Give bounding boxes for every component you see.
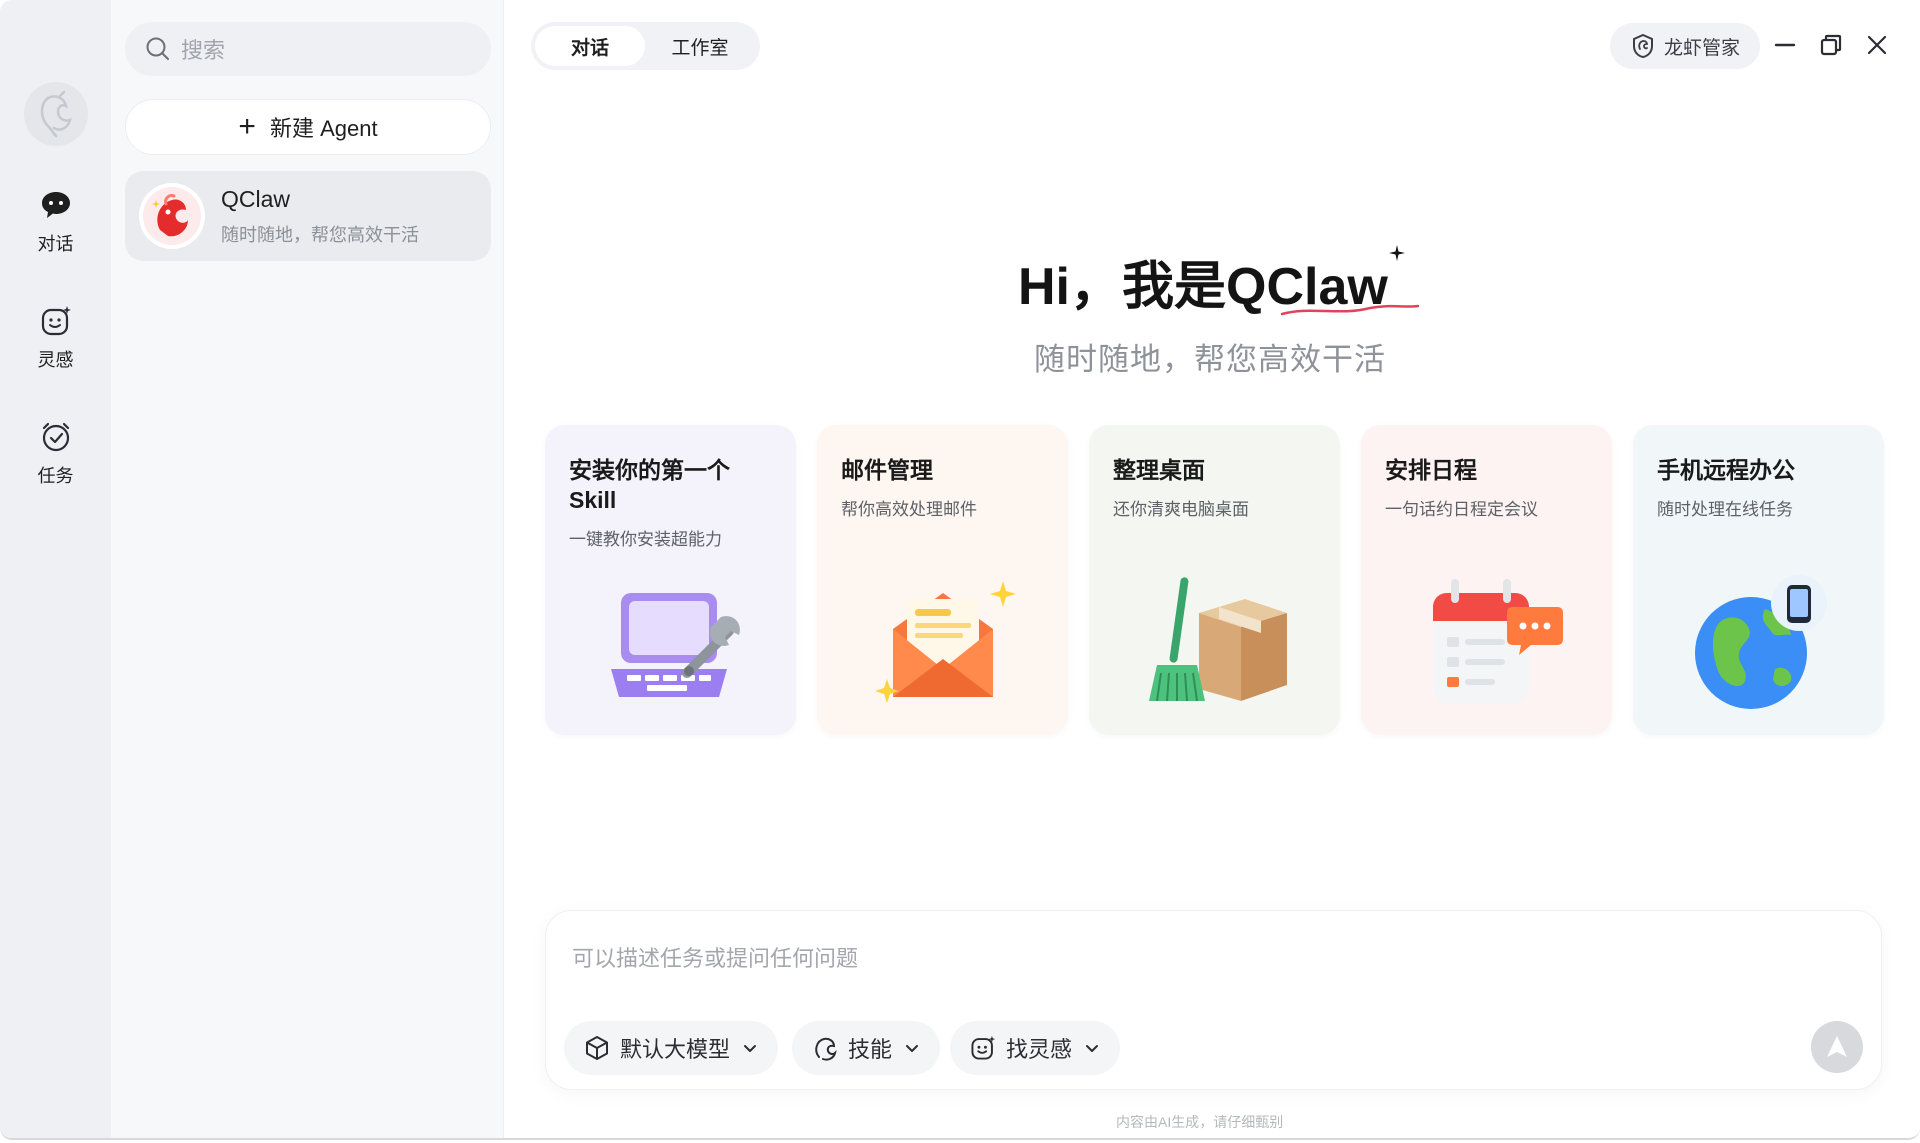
hero-subtitle: 随时随地，帮您高效干活	[1034, 342, 1386, 377]
manager-button[interactable]: 龙虾管家	[1610, 23, 1760, 69]
close-button[interactable]	[1860, 28, 1894, 62]
laptop-wrench-icon	[610, 593, 740, 697]
cube-icon	[584, 1035, 610, 1061]
mode-tabs: 对话 工作室	[531, 22, 760, 70]
card-title: 整理桌面	[1113, 457, 1205, 483]
agent-sidebar: 搜索 + 新建 Agent QClaw 随时随地，帮您高效干活	[111, 0, 504, 1138]
minimize-icon	[1774, 43, 1796, 47]
minimize-button[interactable]	[1768, 28, 1802, 62]
globe-phone-icon	[1694, 575, 1827, 709]
box-broom-icon	[1148, 577, 1287, 702]
underline-scribble-icon	[1280, 304, 1420, 316]
avatar	[139, 183, 205, 249]
tab-chat[interactable]: 对话	[535, 26, 645, 66]
rail-item-tasks[interactable]: 任务	[16, 420, 96, 488]
new-agent-label: 新建 Agent	[269, 116, 378, 141]
app-logo	[23, 82, 88, 146]
model-select[interactable]: 默认大模型	[564, 1021, 779, 1075]
message-composer: 可以描述任务或提问任何问题 默认大模型 技能 找灵感	[545, 910, 1882, 1090]
rail-item-chat[interactable]: 对话	[16, 188, 96, 256]
card-desktop-cleanup[interactable]: 整理桌面 还你清爽电脑桌面	[1089, 425, 1340, 735]
send-button[interactable]	[1811, 1021, 1863, 1073]
rail-item-label: 对话	[37, 234, 74, 254]
claw-logo-icon	[40, 90, 72, 138]
alarm-check-icon	[39, 420, 73, 454]
ai-disclaimer: 内容由AI生成，请仔细甄别	[1116, 1114, 1284, 1130]
app-window: 对话 灵感 任务 搜索 + 新建 Agent QClaw 随时随地，帮您高效干活…	[0, 0, 1920, 1140]
claw-shield-icon	[1630, 33, 1656, 59]
card-subtitle: 还你清爽电脑桌面	[1113, 500, 1249, 519]
chat-bubble-icon	[39, 188, 73, 222]
smile-sparkle-icon	[970, 1035, 996, 1061]
search-icon	[146, 37, 169, 60]
chevron-down-icon	[742, 1040, 758, 1056]
agent-name: QClaw	[221, 185, 291, 212]
sparkle-icon	[1389, 245, 1405, 261]
inspiration-select[interactable]: 找灵感	[950, 1021, 1121, 1075]
rail-item-label: 任务	[37, 466, 74, 486]
agent-list-item[interactable]: QClaw 随时随地，帮您高效干活	[125, 171, 491, 261]
hero-greeting: Hi，我是	[1018, 258, 1227, 316]
restore-icon	[1820, 34, 1842, 56]
card-subtitle: 一句话约日程定会议	[1385, 500, 1538, 519]
chevron-down-icon	[1084, 1040, 1100, 1056]
card-mobile-remote[interactable]: 手机远程办公 随时处理在线任务	[1633, 425, 1884, 735]
card-title: 安排日程	[1385, 457, 1477, 483]
calendar-icon	[1432, 579, 1563, 703]
model-select-label: 默认大模型	[620, 1037, 731, 1062]
composer-input[interactable]: 可以描述任务或提问任何问题	[572, 941, 858, 973]
restore-button[interactable]	[1814, 28, 1848, 62]
search-placeholder: 搜索	[181, 38, 226, 63]
card-install-skill[interactable]: 安装你的第一个Skill 一键教你安装超能力	[545, 425, 796, 735]
hero-title: Hi，我是QClaw	[1018, 244, 1420, 334]
red-claw-avatar-icon	[143, 187, 201, 245]
card-title: 邮件管理	[841, 457, 933, 483]
card-email[interactable]: 邮件管理 帮你高效处理邮件	[817, 425, 1068, 735]
card-subtitle: 帮你高效处理邮件	[841, 500, 977, 519]
close-icon	[1867, 35, 1887, 55]
smile-sparkle-icon	[39, 304, 73, 338]
card-schedule[interactable]: 安排日程 一句话约日程定会议	[1361, 425, 1612, 735]
envelope-icon	[874, 581, 1016, 703]
agent-subtitle: 随时随地，帮您高效干活	[221, 224, 419, 245]
rail-item-inspiration[interactable]: 灵感	[16, 304, 96, 372]
nav-rail: 对话 灵感 任务	[0, 0, 111, 1138]
tab-studio[interactable]: 工作室	[645, 26, 755, 66]
send-arrow-icon	[1827, 1036, 1847, 1057]
inspiration-label: 找灵感	[1006, 1037, 1073, 1062]
card-title: 手机远程办公	[1657, 457, 1795, 483]
skills-select[interactable]: 技能	[792, 1021, 941, 1075]
card-subtitle: 一键教你安装超能力	[569, 530, 722, 549]
new-agent-button[interactable]: + 新建 Agent	[125, 99, 491, 155]
chevron-down-icon	[904, 1040, 920, 1056]
plus-icon: +	[238, 110, 256, 143]
card-subtitle: 随时处理在线任务	[1657, 500, 1793, 519]
rail-item-label: 灵感	[37, 350, 74, 370]
search-input[interactable]: 搜索	[125, 22, 491, 76]
manager-label: 龙虾管家	[1663, 37, 1740, 59]
card-title: 安装你的第一个Skill	[569, 457, 730, 513]
claw-icon	[812, 1035, 838, 1061]
skills-label: 技能	[848, 1037, 893, 1062]
